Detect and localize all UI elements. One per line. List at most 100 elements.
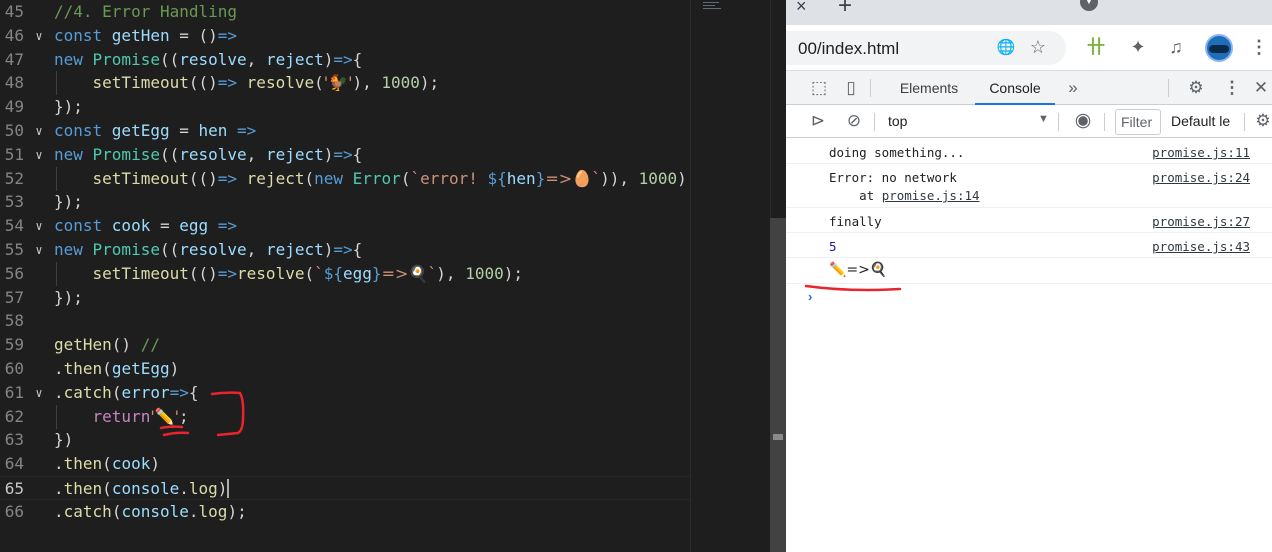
code-line[interactable]: 54 ∨ const cook = egg =>	[0, 214, 690, 238]
code-token: =>	[333, 49, 353, 69]
device-toolbar-icon[interactable]: ▯	[840, 77, 862, 99]
media-controls-icon[interactable]: ♫	[1164, 35, 1188, 59]
code-line[interactable]: 55 ∨ new Promise((resolve, reject)=>{	[0, 238, 690, 262]
code-token: getEgg	[111, 121, 170, 140]
extension-ladder-icon[interactable]: 卄	[1084, 35, 1108, 59]
code-line[interactable]: 51 ∨ new Promise((resolve, reject)=>{	[0, 143, 690, 167]
source-link[interactable]: promise.js:24	[1152, 170, 1250, 185]
code-line[interactable]: 48 setTimeout(()=> resolve('🐓'), 1000);	[0, 71, 690, 96]
code-token: catch	[63, 501, 112, 521]
settings-gear-icon[interactable]: ⚙	[1185, 77, 1207, 99]
line-number: 50	[4, 121, 24, 140]
more-tabs-icon[interactable]: »	[1062, 77, 1084, 99]
show-sidebar-icon[interactable]: ⊳	[807, 110, 829, 132]
code-token: )	[323, 144, 334, 164]
code-token: const	[54, 121, 112, 140]
devtools-tabbar: ⬚ ▯ Elements Console » ⚙ ⋮ ✕	[786, 71, 1272, 105]
code-line[interactable]: 52 setTimeout(()=> reject(new Error(`err…	[0, 166, 690, 191]
code-line[interactable]: 63})	[0, 428, 690, 452]
editor-scrollbar-thumb[interactable]	[770, 218, 786, 552]
code-line[interactable]: 64 .then(cook)	[0, 452, 690, 476]
code-line[interactable]: 61 ∨ .catch(error=>{	[0, 381, 690, 405]
code-token: (	[314, 73, 324, 93]
log-levels-dropdown[interactable]: Default le	[1171, 113, 1237, 129]
line-number: 61	[4, 382, 24, 402]
bookmark-star-icon[interactable]: ☆	[1026, 35, 1050, 59]
profile-avatar[interactable]	[1205, 34, 1233, 62]
source-link[interactable]: promise.js:27	[1152, 214, 1250, 229]
clear-console-icon[interactable]: ⊘	[843, 110, 865, 132]
code-line[interactable]: 58	[0, 309, 690, 333]
code-line[interactable]: 46 ∨ const getHen = ()=>	[0, 24, 690, 48]
extensions-puzzle-icon[interactable]: ✦	[1126, 35, 1150, 59]
code-text: .catch(console.log);	[54, 500, 247, 524]
tab-elements[interactable]: Elements	[886, 71, 972, 105]
code-token: )),	[600, 168, 639, 188]
new-tab-button[interactable]: +	[838, 0, 852, 20]
address-bar[interactable]: 00/index.html 🌐 ☆	[786, 31, 1066, 65]
fold-chevron-icon[interactable]: ∨	[32, 381, 46, 405]
fold-chevron-icon[interactable]: ∨	[32, 238, 46, 262]
code-token: new	[54, 49, 93, 69]
code-token: (	[102, 359, 112, 378]
code-line[interactable]: 66 .catch(console.log);	[0, 500, 690, 524]
code-line[interactable]: 56 setTimeout(()=>resolve(`${egg}=>🍳`), …	[0, 261, 690, 286]
code-token: setTimeout	[92, 73, 189, 93]
code-token: (	[304, 168, 315, 188]
code-token: (	[102, 454, 112, 474]
code-editor[interactable]: 45 //4. Error Handling 46 ∨ const getHen = (…	[0, 0, 690, 552]
code-text: .catch(error=>{	[54, 381, 199, 405]
url-text: 00/index.html	[798, 39, 900, 58]
console-filter-input[interactable]: Filter	[1115, 109, 1161, 135]
fold-chevron-icon[interactable]: ∨	[32, 24, 46, 48]
console-settings-gear-icon[interactable]: ⚙	[1252, 110, 1272, 132]
console-prompt[interactable]: ›	[808, 289, 812, 304]
code-token: new	[54, 144, 93, 164]
code-token: egg	[343, 263, 372, 283]
minimap[interactable]	[690, 0, 770, 552]
source-link[interactable]: promise.js:11	[1152, 145, 1250, 160]
line-number: 66	[4, 501, 24, 521]
code-line[interactable]: 57});	[0, 286, 690, 310]
line-number: 54	[4, 216, 24, 236]
close-devtools-icon[interactable]: ✕	[1250, 77, 1272, 99]
code-token: hen	[506, 168, 536, 188]
close-tab-icon[interactable]: ×	[796, 0, 807, 17]
browser-menu-icon[interactable]: ⋮	[1247, 35, 1271, 59]
stack-source-link[interactable]: promise.js:14	[882, 188, 980, 203]
source-link[interactable]: promise.js:43	[1152, 239, 1250, 254]
code-line[interactable]: 49});	[0, 95, 690, 119]
chevron-down-icon[interactable]: ▼	[1038, 113, 1049, 125]
code-text: })	[54, 428, 73, 452]
inspect-element-icon[interactable]: ⬚	[808, 77, 830, 99]
fold-chevron-icon[interactable]: ∨	[32, 143, 46, 167]
code-token: '✏️'	[150, 406, 180, 426]
code-text: setTimeout(()=>resolve(`${egg}=>🍳`), 100…	[54, 262, 523, 286]
code-token: cook	[111, 454, 151, 474]
console-message: finally promise.js:27	[786, 208, 1272, 233]
code-token: ((	[159, 240, 180, 259]
tab-console[interactable]: Console	[975, 71, 1055, 105]
code-line[interactable]: 65 .then(console.log)	[0, 476, 690, 500]
fold-chevron-icon[interactable]: ∨	[32, 214, 46, 238]
devtools-menu-icon[interactable]: ⋮	[1221, 77, 1243, 99]
live-expression-eye-icon[interactable]: ◉	[1072, 110, 1094, 132]
context-selector[interactable]: top	[888, 113, 907, 129]
fold-chevron-icon[interactable]: ∨	[32, 119, 46, 143]
code-token: =>	[217, 263, 238, 283]
code-line[interactable]: 62 return'✏️';	[0, 404, 690, 429]
tab-search-icon[interactable]: ▼	[1080, 0, 1098, 11]
code-token: resolve	[179, 49, 247, 69]
code-line[interactable]: 59 getHen() //	[0, 333, 690, 357]
code-token: getHen	[111, 25, 170, 45]
code-token: (()	[188, 73, 218, 93]
console-output: doing something... promise.js:11 Error: …	[786, 139, 1272, 552]
code-line[interactable]: 60 .then(getEgg)	[0, 357, 690, 381]
code-line[interactable]: 45 //4. Error Handling	[0, 0, 690, 24]
code-line[interactable]: 47 new Promise((resolve, reject)=>{	[0, 48, 690, 72]
translate-icon[interactable]: 🌐	[994, 36, 1018, 60]
code-line[interactable]: 50 ∨ const getEgg = hen =>	[0, 119, 690, 143]
code-line[interactable]: 53});	[0, 190, 690, 214]
